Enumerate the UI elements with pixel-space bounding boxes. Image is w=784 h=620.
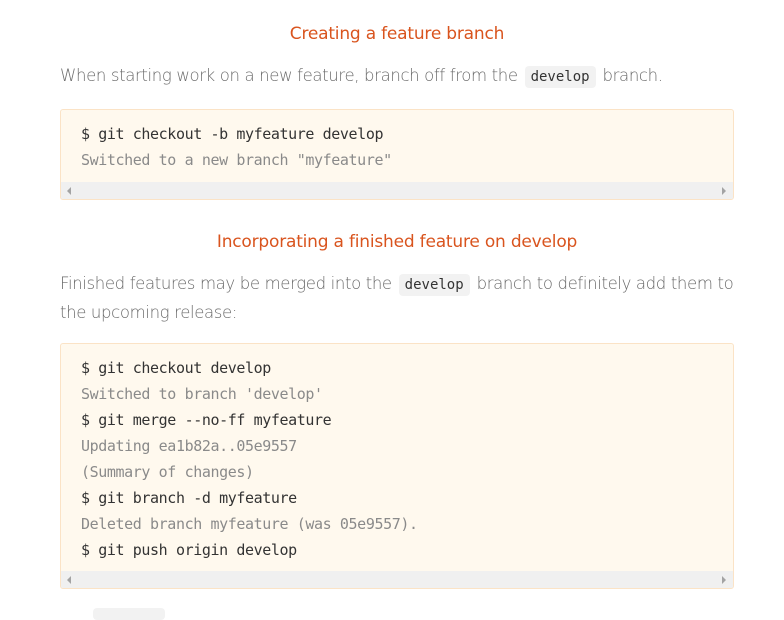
horizontal-scrollbar[interactable] xyxy=(61,571,733,588)
inline-code-partial xyxy=(93,608,165,620)
code-output-line: (Summary of changes) xyxy=(81,463,254,481)
code-output-line: Deleted branch myfeature (was 05e9557). xyxy=(81,515,418,533)
code-output-line: Switched to branch 'develop' xyxy=(81,385,323,403)
section-paragraph: When starting work on a new feature, bra… xyxy=(60,62,750,91)
paragraph-text: When starting work on a new feature, bra… xyxy=(60,66,518,85)
section-heading-incorporating-feature: Incorporating a finished feature on deve… xyxy=(216,232,578,252)
section-heading-creating-feature-branch: Creating a feature branch xyxy=(289,24,505,44)
scroll-left-arrow-icon[interactable] xyxy=(67,576,71,584)
code-block: $ git checkout develop Switched to branch… xyxy=(60,343,734,589)
code-output-line: Switched to a new branch "myfeature" xyxy=(81,151,392,169)
code-lines: $ git checkout develop Switched to branch… xyxy=(61,344,733,563)
section-paragraph: Finished features may be merged into the… xyxy=(60,270,740,326)
scroll-right-arrow-icon[interactable] xyxy=(722,576,726,584)
code-output-line: Updating ea1b82a..05e9557 xyxy=(81,437,297,455)
paragraph-text: branch. xyxy=(602,66,664,85)
horizontal-scrollbar[interactable] xyxy=(61,182,733,199)
scroll-right-arrow-icon[interactable] xyxy=(722,187,726,195)
code-command-line: $ git merge --no-ff myfeature xyxy=(81,411,332,429)
code-command-line: $ git checkout -b myfeature develop xyxy=(81,125,384,143)
inline-code: develop xyxy=(398,274,470,296)
code-lines: $ git checkout -b myfeature develop Switc… xyxy=(61,110,733,173)
inline-code: develop xyxy=(524,66,596,88)
code-command-line: $ git branch -d myfeature xyxy=(81,489,297,507)
code-block: $ git checkout -b myfeature develop Switc… xyxy=(60,109,734,200)
scroll-left-arrow-icon[interactable] xyxy=(67,187,71,195)
code-command-line: $ git push origin develop xyxy=(81,541,297,559)
code-command-line: $ git checkout develop xyxy=(81,359,271,377)
paragraph-text: Finished features may be merged into the xyxy=(60,274,392,293)
